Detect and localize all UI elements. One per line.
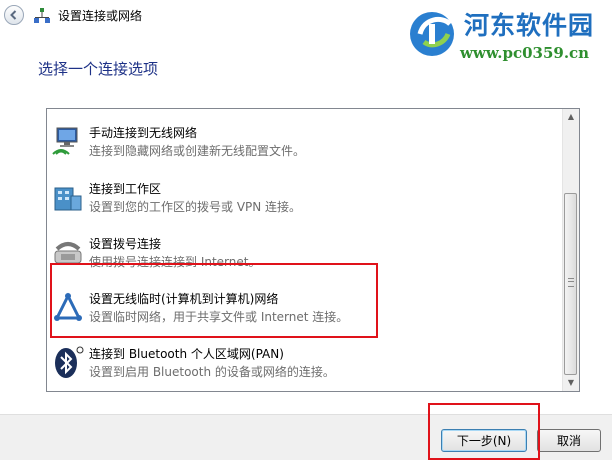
- option-title: 设置拨号连接: [89, 237, 162, 251]
- wireless-network-icon: [51, 124, 85, 158]
- workplace-icon: [51, 180, 85, 214]
- window-title: 设置连接或网络: [58, 9, 143, 23]
- option-description: 设置到您的工作区的拨号或 VPN 连接。: [89, 200, 302, 214]
- option-title: 手动连接到无线网络: [89, 126, 198, 140]
- watermark-url: www.pc0359.cn: [460, 44, 590, 62]
- connection-options-list[interactable]: 手动连接到无线网络 连接到隐藏网络或创建新无线配置文件。 连接到工作区 设置到您…: [46, 108, 580, 392]
- cancel-button[interactable]: 取消: [537, 429, 601, 452]
- option-bluetooth[interactable]: 连接到 Bluetooth 个人区域网(PAN) 设置到启用 Bluetooth…: [49, 340, 561, 394]
- watermark: 河东软件园 www.pc0359.cn: [402, 0, 612, 74]
- option-manual-wireless[interactable]: 手动连接到无线网络 连接到隐藏网络或创建新无线配置文件。: [49, 119, 561, 173]
- watermark-name: 河东软件园: [464, 11, 595, 40]
- scroll-down-arrow-icon[interactable]: ▼: [563, 375, 579, 391]
- option-title: 连接到工作区: [89, 182, 162, 196]
- option-workplace[interactable]: 连接到工作区 设置到您的工作区的拨号或 VPN 连接。: [49, 175, 561, 229]
- scrollbar-grip-icon: [568, 278, 574, 287]
- scrollbar-thumb[interactable]: [564, 193, 577, 375]
- watermark-logo-icon: [406, 4, 462, 64]
- highlight-box-next: [428, 403, 540, 460]
- option-description: 设置到启用 Bluetooth 的设备或网络的连接。: [89, 365, 335, 379]
- back-arrow-icon: [10, 10, 17, 20]
- page-heading: 选择一个连接选项: [38, 60, 159, 78]
- vertical-scrollbar[interactable]: ▲ ▼: [562, 109, 579, 391]
- back-button[interactable]: [4, 5, 24, 25]
- scroll-up-arrow-icon[interactable]: ▲: [563, 109, 579, 125]
- option-title: 连接到 Bluetooth 个人区域网(PAN): [89, 347, 284, 361]
- bluetooth-icon: [51, 345, 85, 379]
- option-description: 连接到隐藏网络或创建新无线配置文件。: [89, 144, 306, 158]
- highlight-box-adhoc: [50, 263, 378, 338]
- network-icon: [33, 7, 51, 29]
